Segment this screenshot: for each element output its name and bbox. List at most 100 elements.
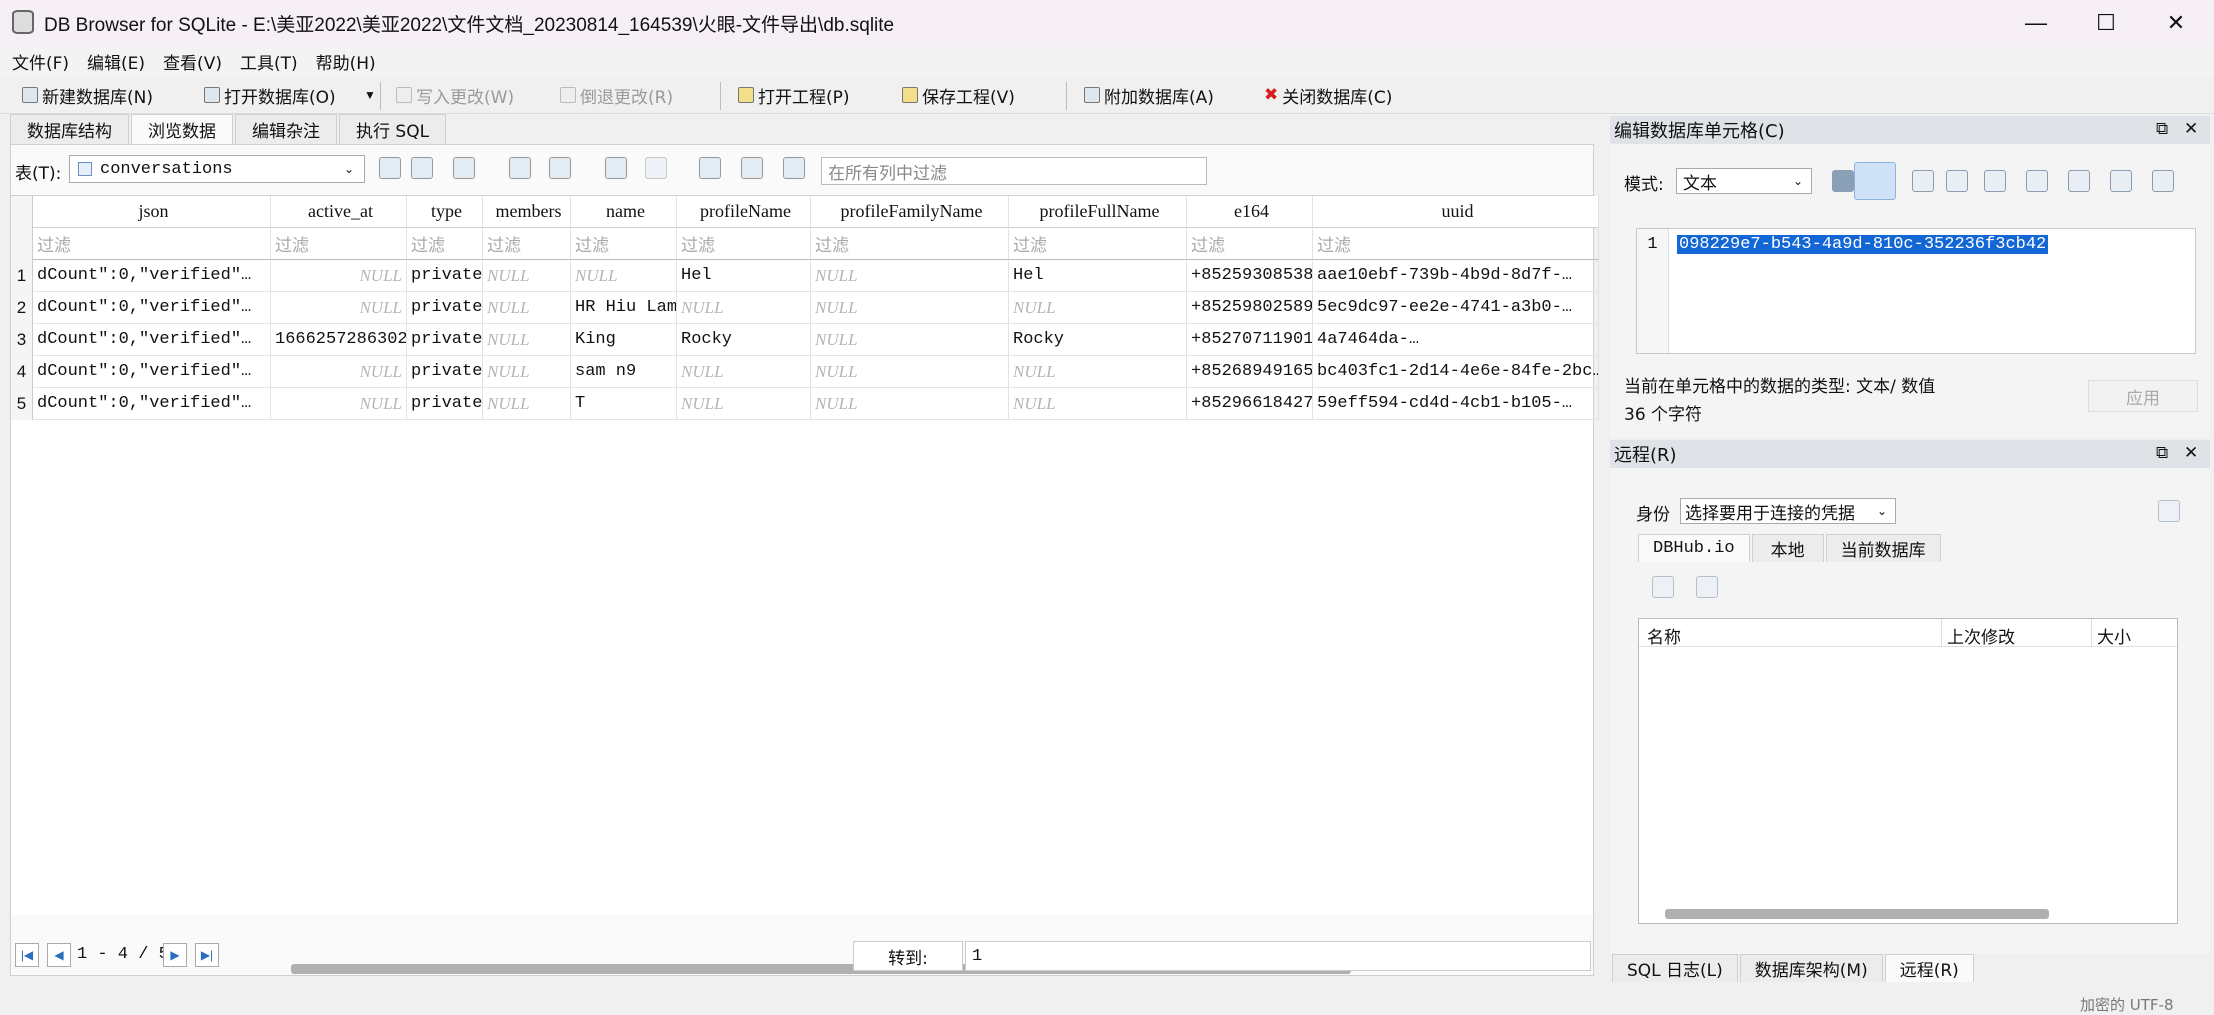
word-wrap-icon[interactable] — [1912, 170, 1934, 192]
cell-profilename[interactable]: Rocky — [677, 324, 811, 356]
cell-members[interactable]: NULL — [483, 292, 571, 324]
first-page-icon[interactable]: |◀ — [15, 943, 39, 967]
save-project-button[interactable]: 保存工程(V) — [902, 80, 1015, 110]
import-icon[interactable] — [1984, 170, 2006, 192]
cell-name[interactable]: King — [571, 324, 677, 356]
cell-name[interactable]: T — [571, 388, 677, 420]
close-panel-icon[interactable]: ✕ — [2184, 119, 2198, 139]
cell-json[interactable]: dCount":0,"verified"… — [33, 356, 271, 388]
cell-active_at[interactable]: NULL — [271, 260, 407, 292]
sort-icon[interactable] — [453, 157, 475, 179]
cell-name[interactable]: NULL — [571, 260, 677, 292]
column-header-active_at[interactable]: active_at — [271, 196, 407, 228]
row-number[interactable]: 2 — [11, 292, 33, 324]
filter-input-profilefullname[interactable]: 过滤 — [1009, 228, 1187, 260]
tab-execute-sql[interactable]: 执行 SQL — [339, 114, 447, 144]
filter-input-json[interactable]: 过滤 — [33, 228, 271, 260]
print-cell-icon[interactable] — [2152, 170, 2174, 192]
cell-profilefamilyname[interactable]: NULL — [811, 388, 1009, 420]
cell-profilefullname[interactable]: NULL — [1009, 292, 1187, 324]
remote-horizontal-scrollbar[interactable] — [1665, 909, 2049, 919]
open-database-button[interactable]: 打开数据库(O) — [204, 80, 336, 110]
refresh-remote-icon[interactable] — [1652, 576, 1674, 598]
auto-format-icon[interactable] — [1832, 170, 1854, 192]
row-number[interactable]: 4 — [11, 356, 33, 388]
clone-remote-icon[interactable] — [1696, 576, 1718, 598]
attach-database-button[interactable]: 附加数据库(A) — [1084, 80, 1214, 110]
identity-select[interactable]: 选择要用于连接的凭据 ⌄ — [1680, 498, 1896, 524]
cell-members[interactable]: NULL — [483, 260, 571, 292]
text-mode-icon[interactable] — [1854, 162, 1896, 200]
cell-uuid[interactable]: 5ec9dc97-ee2e-4741-a3b0-… — [1313, 292, 1599, 324]
float-panel-icon[interactable]: ⧉ — [2156, 119, 2168, 139]
find-icon[interactable] — [699, 157, 721, 179]
cell-type[interactable]: private — [407, 324, 483, 356]
remote-settings-icon[interactable] — [2158, 500, 2180, 522]
table-row[interactable]: 5 dCount":0,"verified"… NULL private NULL T NU… — [11, 388, 1599, 420]
cell-profilefamilyname[interactable]: NULL — [811, 356, 1009, 388]
cell-profilefullname[interactable]: NULL — [1009, 388, 1187, 420]
export-dropdown-icon[interactable] — [1946, 170, 1968, 192]
tab-current-database[interactable]: 当前数据库 — [1825, 534, 1941, 562]
cell-profilefamilyname[interactable]: NULL — [811, 260, 1009, 292]
cell-profilefullname[interactable]: NULL — [1009, 356, 1187, 388]
column-header-profilefamilyname[interactable]: profileFamilyName — [811, 196, 1009, 228]
delete-record-icon[interactable] — [645, 157, 667, 179]
mode-select[interactable]: 文本 ⌄ — [1676, 168, 1812, 194]
filter-input-profilename[interactable]: 过滤 — [677, 228, 811, 260]
cell-profilefamilyname[interactable]: NULL — [811, 292, 1009, 324]
cell-active_at[interactable]: NULL — [271, 292, 407, 324]
cell-profilefullname[interactable]: Hel — [1009, 260, 1187, 292]
tab-dbhub[interactable]: DBHub.io — [1638, 534, 1750, 562]
cell-active_at[interactable]: NULL — [271, 356, 407, 388]
cell-members[interactable]: NULL — [483, 356, 571, 388]
column-header-e164[interactable]: e164 — [1187, 196, 1313, 228]
cell-profilename[interactable]: NULL — [677, 388, 811, 420]
cell-uuid[interactable]: bc403fc1-2d14-4e6e-84fe-2bc… — [1313, 356, 1599, 388]
cell-json[interactable]: dCount":0,"verified"… — [33, 388, 271, 420]
cell-active_at[interactable]: 1666257286302 — [271, 324, 407, 356]
save-results-icon[interactable] — [509, 157, 531, 179]
cell-profilefamilyname[interactable]: NULL — [811, 324, 1009, 356]
table-row[interactable]: 3 dCount":0,"verified"… 1666257286302 priva… — [11, 324, 1599, 356]
filter-input-uuid[interactable]: 过滤 — [1313, 228, 1599, 260]
refresh-icon[interactable] — [379, 157, 401, 179]
filter-input-type[interactable]: 过滤 — [407, 228, 483, 260]
tab-browse-data[interactable]: 浏览数据 — [131, 114, 233, 144]
goto-button[interactable]: 转到: — [853, 941, 963, 971]
cell-profilename[interactable]: NULL — [677, 292, 811, 324]
set-null-icon[interactable] — [2068, 170, 2090, 192]
insert-record-icon[interactable] — [605, 157, 627, 179]
cell-uuid[interactable]: 59eff594-cd4d-4cb1-b105-… — [1313, 388, 1599, 420]
cell-type[interactable]: private — [407, 356, 483, 388]
table-select[interactable]: conversations ⌄ — [69, 155, 365, 183]
tab-database-structure[interactable]: 数据库结构 — [10, 114, 129, 144]
cell-name[interactable]: sam n9 — [571, 356, 677, 388]
row-number[interactable]: 1 — [11, 260, 33, 292]
column-header-members[interactable]: members — [483, 196, 571, 228]
col-name[interactable]: 名称 — [1647, 623, 1681, 648]
menu-help[interactable]: 帮助(H) — [316, 49, 376, 74]
filter-input-members[interactable]: 过滤 — [483, 228, 571, 260]
filter-input-e164[interactable]: 过滤 — [1187, 228, 1313, 260]
new-database-button[interactable]: 新建数据库(N) — [22, 80, 153, 110]
filter-all-columns-input[interactable]: 在所有列中过滤 — [821, 157, 1207, 185]
cell-e164[interactable]: +85259308538 — [1187, 260, 1313, 292]
goto-input[interactable]: 1 — [965, 941, 1591, 971]
filter-input-profilefamilyname[interactable]: 过滤 — [811, 228, 1009, 260]
cell-type[interactable]: private — [407, 260, 483, 292]
column-header-json[interactable]: json — [33, 196, 271, 228]
cell-e164[interactable]: +85296618427 — [1187, 388, 1313, 420]
tab-remote[interactable]: 远程(R) — [1884, 954, 1974, 982]
write-changes-button[interactable]: 写入更改(W) — [396, 80, 514, 110]
filter-input-active_at[interactable]: 过滤 — [271, 228, 407, 260]
column-header-profilefullname[interactable]: profileFullName — [1009, 196, 1187, 228]
clear-icon[interactable] — [2110, 170, 2132, 192]
open-database-dropdown[interactable]: ▼ — [364, 80, 376, 110]
cell-type[interactable]: private — [407, 292, 483, 324]
cell-json[interactable]: dCount":0,"verified"… — [33, 292, 271, 324]
table-row[interactable]: 2 dCount":0,"verified"… NULL private NULL HR … — [11, 292, 1599, 324]
filter-input-name[interactable]: 过滤 — [571, 228, 677, 260]
cell-e164[interactable]: +85259802589 — [1187, 292, 1313, 324]
column-header-name[interactable]: name — [571, 196, 677, 228]
